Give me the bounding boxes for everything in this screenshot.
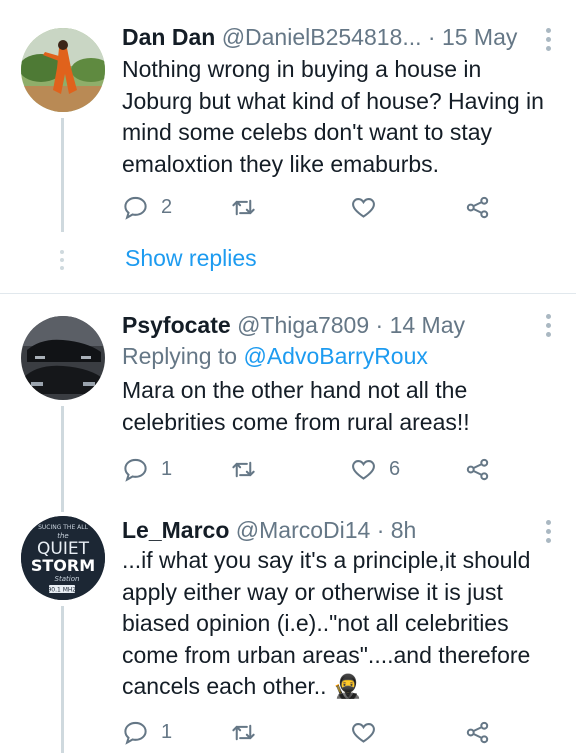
tweet-time[interactable]: · 15 May (428, 24, 517, 50)
tweet-header: Dan Dan @DanielB254818... · 15 May (122, 22, 536, 52)
user-handle[interactable]: @DanielB254818... (222, 24, 422, 50)
reply-button[interactable]: 1 (122, 715, 172, 749)
like-button[interactable]: 6 (350, 452, 400, 486)
share-button[interactable] (464, 715, 491, 749)
reply-icon (124, 196, 147, 220)
replying-handle-link[interactable]: @AdvoBarryRoux (243, 343, 427, 369)
heart-icon (352, 459, 375, 480)
tweet-text: ...if what you say it's a principle,it s… (122, 547, 531, 699)
reply-count: 1 (161, 457, 173, 480)
retweet-icon (232, 199, 255, 215)
retweet-button[interactable] (230, 452, 257, 486)
retweet-button[interactable] (230, 190, 257, 224)
tweet-2[interactable]: Psyfocate @Thiga7809 · 14 May Replying t… (0, 294, 576, 500)
thread-line (61, 500, 64, 512)
svg-text:STORM: STORM (31, 556, 95, 575)
show-replies-link[interactable]: Show replies (125, 243, 257, 273)
tweet-3[interactable]: SUCING THE ALL the QUIET STORM Station 9… (0, 500, 576, 753)
reply-button[interactable]: 1 (122, 452, 172, 486)
tweet-time[interactable]: · 8h (377, 517, 417, 543)
avatar[interactable] (21, 28, 105, 112)
thread-line (61, 606, 64, 753)
tweet-text: Mara on the other hand not all the celeb… (122, 377, 470, 435)
tweet-text: Nothing wrong in buying a house in Jobur… (122, 56, 544, 177)
retweet-icon (232, 724, 255, 740)
reply-count: 1 (161, 720, 173, 743)
replying-to: Replying to @AdvoBarryRoux (122, 343, 428, 369)
like-button[interactable] (350, 715, 377, 749)
user-handle[interactable]: @MarcoDi14 (236, 517, 371, 543)
more-options-icon[interactable] (546, 520, 552, 547)
reply-icon (124, 458, 147, 482)
tweet-header: Le_Marco @MarcoDi14 · 8h (122, 515, 536, 545)
svg-text:SUCING THE ALL: SUCING THE ALL (38, 524, 89, 531)
tweet-1[interactable]: Dan Dan @DanielB254818... · 15 May Nothi… (0, 0, 576, 292)
share-icon (466, 196, 489, 218)
ninja-emoji: 🥷 (332, 673, 362, 699)
heart-icon (352, 197, 375, 218)
like-button[interactable] (350, 190, 377, 224)
avatar[interactable] (21, 316, 105, 400)
share-icon (466, 458, 489, 480)
retweet-icon (232, 461, 255, 477)
more-options-icon[interactable] (546, 28, 552, 55)
share-button[interactable] (464, 190, 491, 224)
user-handle[interactable]: @Thiga7809 (237, 312, 369, 338)
heart-icon (352, 722, 375, 743)
tweet-time[interactable]: · 14 May (376, 312, 465, 338)
thread-line (61, 406, 64, 500)
more-options-icon[interactable] (546, 314, 552, 341)
reply-count: 2 (161, 195, 173, 218)
user-name[interactable]: Psyfocate (122, 312, 231, 338)
tweet-actions: 1 6 (122, 452, 502, 486)
share-button[interactable] (464, 452, 491, 486)
user-name[interactable]: Dan Dan (122, 24, 215, 50)
svg-text:90.1 MHZ: 90.1 MHZ (47, 587, 76, 594)
reply-icon (124, 721, 147, 745)
user-name[interactable]: Le_Marco (122, 517, 229, 543)
share-icon (466, 721, 489, 743)
tweet-header: Psyfocate @Thiga7809 · 14 May (122, 310, 536, 340)
svg-text:Station: Station (55, 575, 80, 583)
thread-line (61, 118, 64, 232)
like-count: 6 (389, 457, 401, 480)
retweet-button[interactable] (230, 715, 257, 749)
thread-dots (60, 250, 65, 274)
tweet-actions: 1 (122, 715, 502, 749)
reply-button[interactable]: 2 (122, 190, 172, 224)
avatar[interactable]: SUCING THE ALL the QUIET STORM Station 9… (21, 516, 105, 600)
tweet-actions: 2 (122, 190, 502, 224)
